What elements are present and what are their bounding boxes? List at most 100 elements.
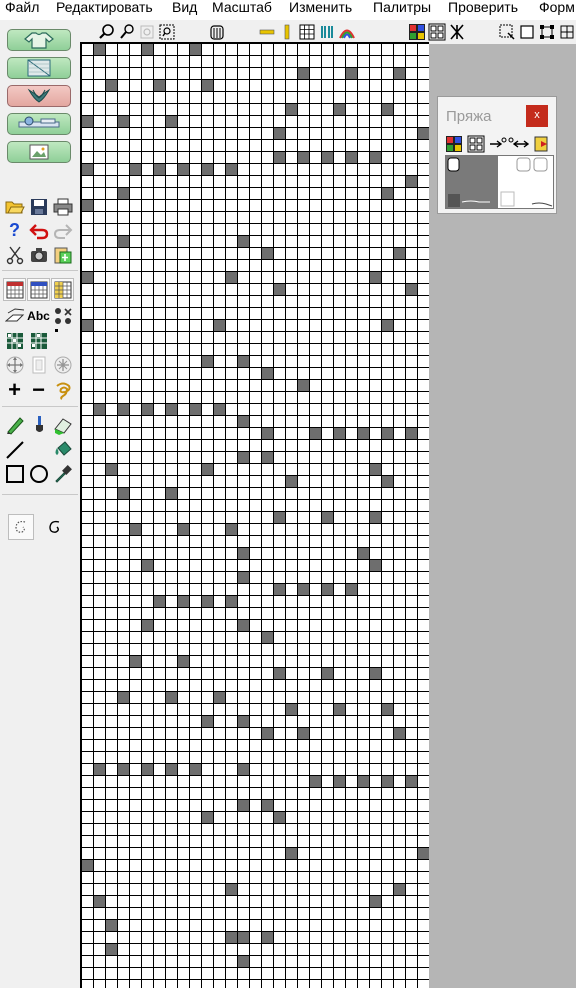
- picture-mode-button[interactable]: [7, 141, 71, 163]
- zoom-icon[interactable]: [97, 22, 117, 42]
- filled-stitch-cell[interactable]: [273, 511, 285, 523]
- filled-stitch-cell[interactable]: [81, 115, 93, 127]
- filled-stitch-cell[interactable]: [321, 151, 333, 163]
- filled-stitch-cell[interactable]: [261, 247, 273, 259]
- filled-stitch-cell[interactable]: [117, 487, 129, 499]
- filled-stitch-cell[interactable]: [153, 79, 165, 91]
- filled-stitch-cell[interactable]: [213, 403, 225, 415]
- filled-stitch-cell[interactable]: [141, 619, 153, 631]
- yarn-flag-icon[interactable]: [533, 135, 551, 153]
- yellow-grid-icon[interactable]: [51, 278, 74, 301]
- stitch-grid[interactable]: [80, 42, 429, 988]
- filled-stitch-cell[interactable]: [285, 103, 297, 115]
- paste-icon[interactable]: [51, 243, 74, 266]
- filled-stitch-cell[interactable]: [165, 763, 177, 775]
- filled-stitch-cell[interactable]: [237, 763, 249, 775]
- filled-stitch-cell[interactable]: [189, 403, 201, 415]
- menu-palettes[interactable]: Палитры: [373, 0, 431, 20]
- menu-file[interactable]: Файл: [5, 0, 39, 20]
- curve-icon[interactable]: [42, 514, 68, 540]
- filled-stitch-cell[interactable]: [321, 667, 333, 679]
- stitch-grid-icon[interactable]: [3, 329, 26, 352]
- filled-stitch-cell[interactable]: [201, 355, 213, 367]
- filled-stitch-cell[interactable]: [381, 475, 393, 487]
- arrow-both-icon[interactable]: [513, 137, 529, 151]
- yarn-stitch-grid-icon[interactable]: [467, 135, 485, 153]
- remove-row-button[interactable]: −: [27, 378, 50, 401]
- filled-stitch-cell[interactable]: [417, 127, 429, 139]
- filled-stitch-cell[interactable]: [237, 619, 249, 631]
- filled-stitch-cell[interactable]: [333, 775, 345, 787]
- filled-stitch-cell[interactable]: [189, 43, 201, 55]
- filled-stitch-cell[interactable]: [369, 463, 381, 475]
- filled-stitch-cell[interactable]: [273, 583, 285, 595]
- brush-icon[interactable]: [27, 413, 50, 436]
- cable-palette-icon[interactable]: [447, 22, 467, 42]
- filled-stitch-cell[interactable]: [177, 523, 189, 535]
- filled-stitch-cell[interactable]: [285, 475, 297, 487]
- eraser-icon[interactable]: [51, 413, 74, 436]
- filled-stitch-cell[interactable]: [201, 463, 213, 475]
- filled-stitch-cell[interactable]: [273, 283, 285, 295]
- filled-stitch-cell[interactable]: [93, 43, 105, 55]
- filled-stitch-cell[interactable]: [165, 691, 177, 703]
- calendar-grid-icon[interactable]: [3, 278, 26, 301]
- filled-stitch-cell[interactable]: [393, 727, 405, 739]
- filled-stitch-cell[interactable]: [225, 523, 237, 535]
- filled-stitch-cell[interactable]: [117, 691, 129, 703]
- filled-stitch-cell[interactable]: [333, 427, 345, 439]
- filled-stitch-cell[interactable]: [237, 547, 249, 559]
- filled-stitch-cell[interactable]: [117, 403, 129, 415]
- filled-stitch-cell[interactable]: [405, 427, 417, 439]
- filled-stitch-cell[interactable]: [273, 127, 285, 139]
- filled-stitch-cell[interactable]: [237, 571, 249, 583]
- filled-stitch-cell[interactable]: [357, 547, 369, 559]
- filled-stitch-cell[interactable]: [81, 271, 93, 283]
- garment-mode-button[interactable]: [7, 29, 71, 51]
- filled-stitch-cell[interactable]: [105, 943, 117, 955]
- lasso-icon[interactable]: [51, 378, 74, 401]
- filled-stitch-cell[interactable]: [273, 151, 285, 163]
- knit-chart-icon[interactable]: [3, 304, 26, 327]
- redo-icon[interactable]: [51, 219, 74, 242]
- filled-stitch-cell[interactable]: [237, 799, 249, 811]
- select-rect-icon[interactable]: [517, 22, 537, 42]
- filled-stitch-cell[interactable]: [381, 319, 393, 331]
- filled-stitch-cell[interactable]: [237, 955, 249, 967]
- filled-stitch-cell[interactable]: [309, 427, 321, 439]
- stitch-grid-alt-icon[interactable]: [27, 329, 50, 352]
- filled-stitch-cell[interactable]: [369, 559, 381, 571]
- filled-stitch-cell[interactable]: [225, 883, 237, 895]
- horizontal-ruler-icon[interactable]: [257, 22, 277, 42]
- filled-stitch-cell[interactable]: [237, 451, 249, 463]
- filled-stitch-cell[interactable]: [285, 703, 297, 715]
- filled-stitch-cell[interactable]: [261, 727, 273, 739]
- filled-stitch-cell[interactable]: [321, 583, 333, 595]
- filled-stitch-cell[interactable]: [105, 79, 117, 91]
- print-icon[interactable]: [51, 195, 74, 218]
- filled-stitch-cell[interactable]: [381, 703, 393, 715]
- filled-stitch-cell[interactable]: [237, 415, 249, 427]
- filled-stitch-cell[interactable]: [117, 235, 129, 247]
- filled-stitch-cell[interactable]: [201, 79, 213, 91]
- pencil-icon[interactable]: [3, 413, 26, 436]
- filled-stitch-cell[interactable]: [225, 163, 237, 175]
- curve-dotted-icon[interactable]: [8, 514, 34, 540]
- filled-stitch-cell[interactable]: [237, 931, 249, 943]
- filled-stitch-cell[interactable]: [261, 427, 273, 439]
- zoom-fit-icon[interactable]: [137, 22, 157, 42]
- filled-stitch-cell[interactable]: [381, 775, 393, 787]
- filled-stitch-cell[interactable]: [105, 463, 117, 475]
- filled-stitch-cell[interactable]: [165, 403, 177, 415]
- filled-stitch-cell[interactable]: [369, 667, 381, 679]
- filled-stitch-cell[interactable]: [237, 355, 249, 367]
- filled-stitch-cell[interactable]: [237, 715, 249, 727]
- filled-stitch-cell[interactable]: [345, 151, 357, 163]
- stitch-palette-icon[interactable]: [427, 22, 447, 42]
- filled-stitch-cell[interactable]: [225, 595, 237, 607]
- undo-icon[interactable]: [27, 219, 50, 242]
- filled-stitch-cell[interactable]: [201, 595, 213, 607]
- filled-stitch-cell[interactable]: [165, 115, 177, 127]
- filled-stitch-cell[interactable]: [153, 595, 165, 607]
- filled-stitch-cell[interactable]: [81, 319, 93, 331]
